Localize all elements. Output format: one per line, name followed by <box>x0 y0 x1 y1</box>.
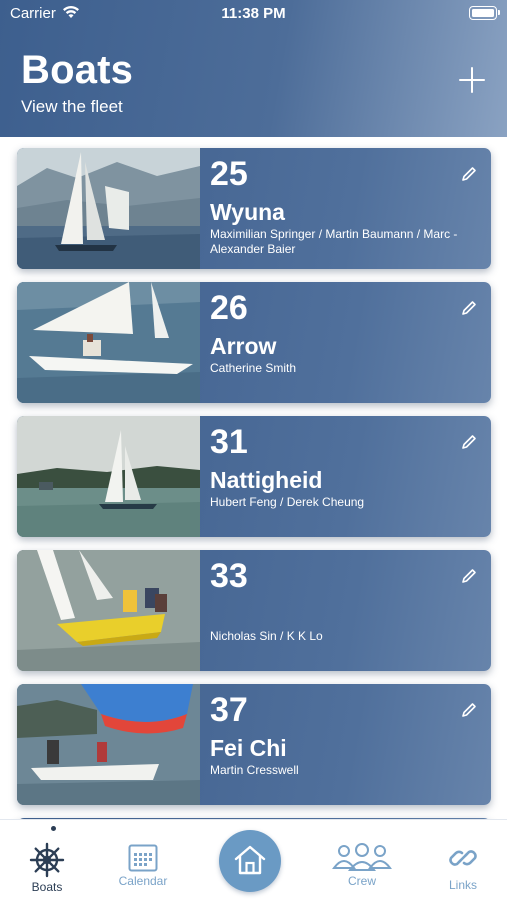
boat-info: 37 Fei Chi Martin Cresswell <box>200 684 491 805</box>
boat-photo <box>17 282 200 403</box>
boat-card[interactable]: 37 Fei Chi Martin Cresswell <box>17 684 491 805</box>
boat-name: Nattigheid <box>210 467 323 493</box>
boat-crew: Maximilian Springer / Martin Baumann / M… <box>210 227 458 256</box>
tab-bar: Boats Calendar Crew Links <box>0 819 507 900</box>
home-icon <box>234 845 266 875</box>
status-bar: Carrier 11:38 PM <box>0 0 507 28</box>
boat-number: 31 <box>210 423 248 461</box>
tab-calendar[interactable]: Calendar <box>103 820 183 900</box>
boat-crew: Nicholas Sin / K K Lo <box>210 629 323 643</box>
boat-photo <box>17 148 200 269</box>
crew-icon <box>332 843 392 871</box>
boat-crew: Hubert Feng / Derek Cheung <box>210 495 365 509</box>
calendar-icon <box>128 844 158 872</box>
clock: 11:38 PM <box>221 5 286 22</box>
boat-number: 37 <box>210 691 248 729</box>
boat-card[interactable]: 25 Wyuna Maximilian Springer / Martin Ba… <box>17 148 491 269</box>
boat-photo <box>17 684 200 805</box>
helm-icon <box>29 842 65 878</box>
boat-info: 33 Nicholas Sin / K K Lo <box>200 550 491 671</box>
boat-crew: Martin Cresswell <box>210 763 299 777</box>
boat-crew: Catherine Smith <box>210 361 297 375</box>
boat-photo <box>17 550 200 671</box>
boat-number: 26 <box>210 289 248 327</box>
link-icon <box>449 850 477 866</box>
boat-card[interactable]: 26 Arrow Catherine Smith <box>17 282 491 403</box>
tab-links-label: Links <box>448 878 477 892</box>
boat-number: 33 <box>210 557 248 595</box>
pencil-icon[interactable] <box>461 568 477 584</box>
boat-info: 31 Nattigheid Hubert Feng / Derek Cheung <box>200 416 491 537</box>
boat-name: Fei Chi <box>210 735 287 761</box>
pencil-icon[interactable] <box>461 434 477 450</box>
header: Carrier 11:38 PM Boats View the fleet <box>0 0 507 137</box>
boat-name: Wyuna <box>210 199 285 225</box>
battery-icon <box>469 6 500 20</box>
tab-boats[interactable]: Boats <box>7 820 87 900</box>
tab-crew[interactable]: Crew <box>322 820 402 900</box>
pencil-icon[interactable] <box>461 166 477 182</box>
boat-photo <box>17 416 200 537</box>
home-button[interactable] <box>219 830 281 892</box>
boat-card[interactable]: 31 Nattigheid Hubert Feng / Derek Cheung <box>17 416 491 537</box>
page-subtitle: View the fleet <box>21 97 123 116</box>
add-boat-button[interactable] <box>457 65 487 95</box>
tab-links[interactable]: Links <box>423 820 503 900</box>
tab-calendar-label: Calendar <box>118 874 168 888</box>
boat-info: 26 Arrow Catherine Smith <box>200 282 491 403</box>
boat-list[interactable]: 25 Wyuna Maximilian Springer / Martin Ba… <box>0 137 507 819</box>
boat-number: 25 <box>210 155 248 193</box>
boat-name: Arrow <box>210 333 277 359</box>
boat-card[interactable]: 33 Nicholas Sin / K K Lo <box>17 550 491 671</box>
pencil-icon[interactable] <box>461 300 477 316</box>
active-tab-indicator <box>51 826 56 831</box>
pencil-icon[interactable] <box>461 702 477 718</box>
page-title: Boats <box>21 48 134 92</box>
tab-boats-label: Boats <box>31 880 63 894</box>
boat-info: 25 Wyuna Maximilian Springer / Martin Ba… <box>200 148 491 269</box>
tab-crew-label: Crew <box>347 874 376 888</box>
